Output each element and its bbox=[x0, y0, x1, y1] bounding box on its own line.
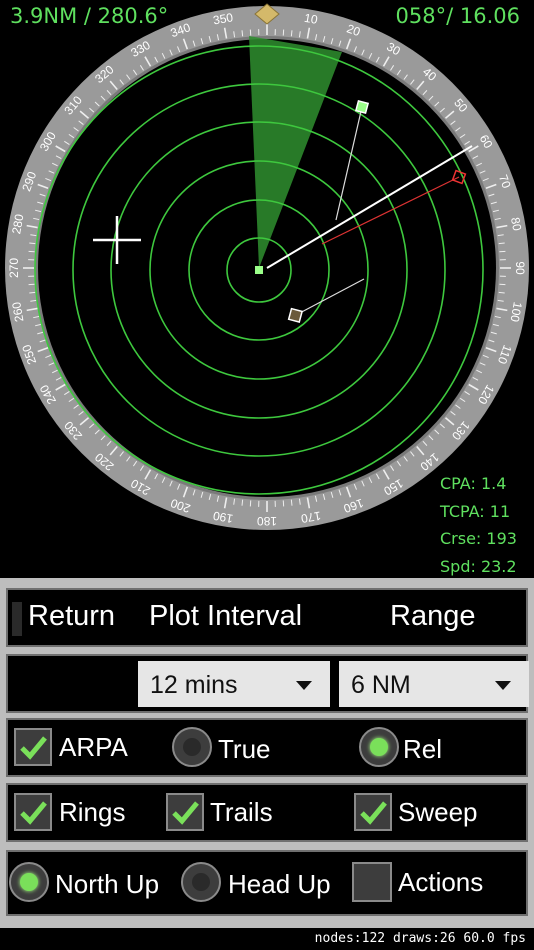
target-speed: Spd: 23.2 bbox=[440, 556, 517, 576]
head-up-label: Head Up bbox=[228, 869, 331, 899]
sweep-label: Sweep bbox=[398, 797, 478, 827]
compass-tick bbox=[241, 499, 244, 506]
target-cpa: CPA: 1.4 bbox=[440, 474, 507, 493]
compass-tick bbox=[29, 242, 36, 245]
rings-toggle[interactable]: Rings bbox=[12, 785, 152, 840]
actions-toggle[interactable]: Actions bbox=[350, 855, 520, 910]
arpa-checkbox[interactable] bbox=[14, 728, 52, 766]
sweep-toggle[interactable]: Sweep bbox=[352, 785, 502, 840]
cursor-range-bearing: 3.9NM / 280.6° bbox=[10, 4, 169, 28]
trails-checkbox[interactable] bbox=[166, 793, 204, 831]
compass-tick bbox=[498, 291, 505, 294]
range-select[interactable]: 6 NM bbox=[339, 661, 529, 707]
checkmark-icon bbox=[172, 801, 199, 825]
head-up-radio[interactable] bbox=[181, 862, 221, 902]
rel-option[interactable]: Rel bbox=[357, 720, 497, 775]
radar-display[interactable]: 0102030405060708090100110120130140150160… bbox=[0, 0, 534, 578]
target-1-marker[interactable] bbox=[354, 99, 370, 115]
own-course-speed: 058°/ 16.06 bbox=[395, 4, 520, 28]
rings-checkbox[interactable] bbox=[14, 793, 52, 831]
range-value: 6 NM bbox=[351, 671, 411, 699]
display-row: Rings Trails Sweep bbox=[6, 783, 528, 842]
rings-label: Rings bbox=[59, 797, 126, 827]
true-option[interactable]: True bbox=[170, 720, 310, 775]
target-info-panel: CPA: 1.4 TCPA: 11 Crse: 193 Spd: 23.2 bbox=[440, 470, 517, 580]
actions-label: Actions bbox=[398, 867, 484, 897]
compass-label: 270 bbox=[7, 258, 21, 278]
render-stats: nodes:122 draws:26 60.0 fps bbox=[314, 931, 526, 946]
head-up-option[interactable]: Head Up bbox=[180, 855, 350, 910]
compass-tick bbox=[498, 242, 505, 245]
compass-label: 90 bbox=[513, 261, 527, 275]
plot-interval-value: 12 mins bbox=[150, 671, 238, 699]
select-row: 12 mins 6 NM bbox=[6, 654, 529, 713]
checkmark-icon bbox=[20, 736, 47, 760]
compass-label: 80 bbox=[508, 216, 524, 232]
return-indicator bbox=[12, 602, 22, 636]
trails-label: Trails bbox=[210, 797, 273, 827]
range-label: Range bbox=[390, 600, 476, 632]
compass-label: 180 bbox=[257, 514, 277, 528]
status-bar: nodes:122 draws:26 60.0 fps bbox=[0, 928, 534, 950]
rel-label: Rel bbox=[403, 734, 443, 764]
compass-tick bbox=[241, 30, 244, 37]
radio-dot bbox=[20, 873, 38, 891]
north-up-radio[interactable] bbox=[9, 862, 49, 902]
plot-interval-select[interactable]: 12 mins bbox=[138, 661, 330, 707]
target-course: Crse: 193 bbox=[440, 529, 517, 548]
actions-checkbox[interactable] bbox=[352, 862, 392, 902]
plot-interval-label: Plot Interval bbox=[149, 600, 303, 632]
compass-tick bbox=[290, 30, 293, 37]
return-button[interactable]: Return bbox=[28, 600, 115, 633]
north-up-option[interactable]: North Up bbox=[8, 855, 178, 910]
arpa-label: ARPA bbox=[59, 732, 128, 762]
checkmark-icon bbox=[20, 801, 47, 825]
control-panel: Return Plot Interval Range 12 mins 6 NM … bbox=[0, 578, 534, 928]
orientation-row: North Up Head Up Actions bbox=[6, 850, 528, 916]
north-up-label: North Up bbox=[55, 869, 160, 899]
target-2-marker[interactable] bbox=[287, 307, 304, 324]
header-row: Return Plot Interval Range bbox=[6, 588, 528, 647]
rel-radio[interactable] bbox=[359, 727, 399, 767]
true-label: True bbox=[218, 734, 271, 764]
compass-tick bbox=[29, 291, 36, 294]
arpa-row: ARPA True Rel bbox=[6, 718, 528, 777]
sweep-checkbox[interactable] bbox=[354, 793, 392, 831]
radio-dot bbox=[192, 873, 210, 891]
own-ship-marker bbox=[255, 266, 263, 274]
true-radio[interactable] bbox=[172, 727, 212, 767]
target-tcpa: TCPA: 11 bbox=[440, 501, 511, 521]
radio-dot bbox=[370, 738, 388, 756]
radio-dot bbox=[183, 738, 201, 756]
trails-toggle[interactable]: Trails bbox=[164, 785, 314, 840]
arpa-toggle[interactable]: ARPA bbox=[12, 720, 152, 775]
chevron-down-icon bbox=[495, 681, 511, 690]
compass-tick bbox=[290, 499, 293, 506]
compass-label: 10 bbox=[303, 11, 319, 27]
checkmark-icon bbox=[360, 801, 387, 825]
chevron-down-icon bbox=[296, 681, 312, 690]
